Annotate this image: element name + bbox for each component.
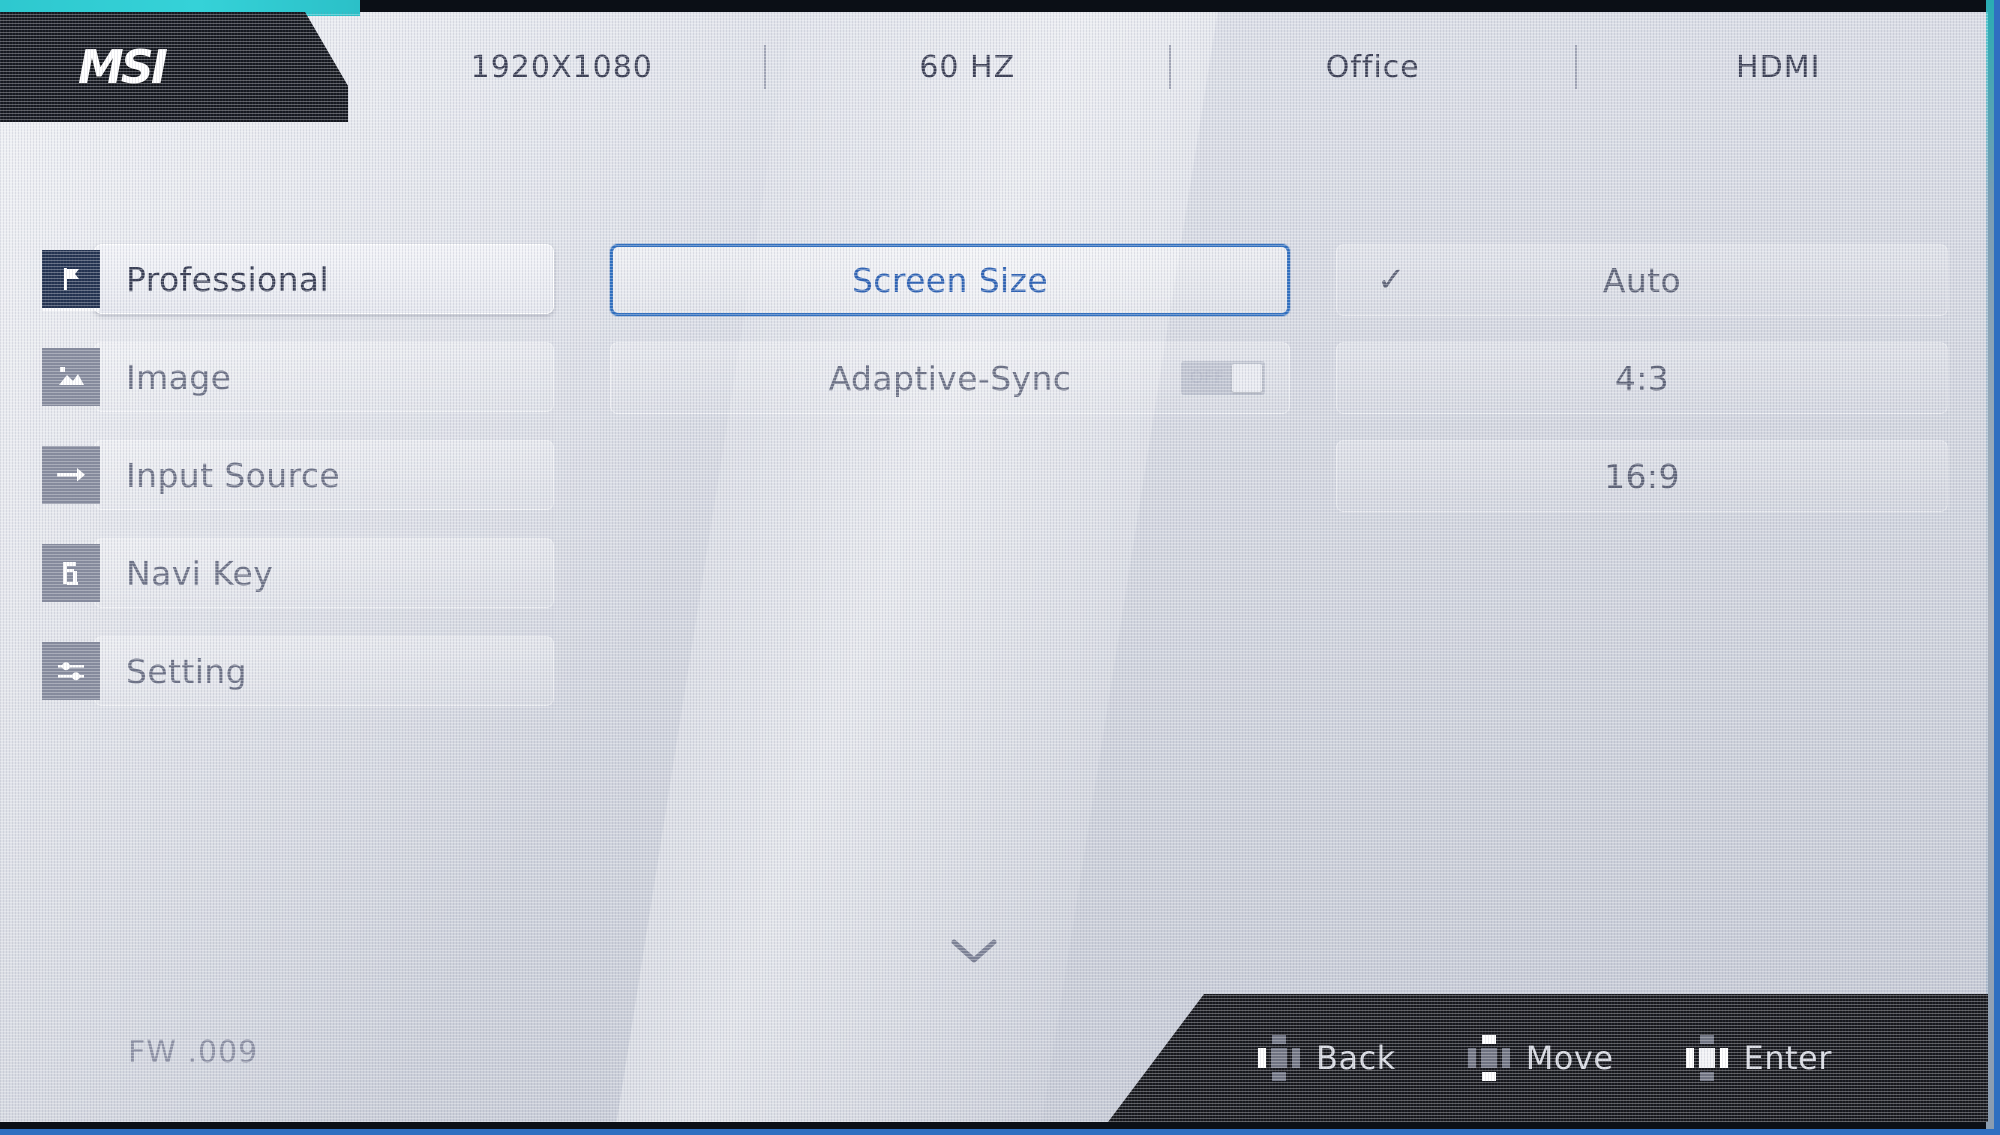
- header-status-bar: 1920X1080 60 HZ Office HDMI: [360, 12, 1980, 122]
- msi-logo: MSI: [78, 40, 168, 94]
- option-4-3[interactable]: 4:3: [1336, 342, 1948, 414]
- sidebar-item-professional[interactable]: Professional: [42, 244, 562, 314]
- chevron-down-icon[interactable]: [944, 932, 1004, 972]
- header-input-source: HDMI: [1736, 49, 1821, 85]
- submenu-item-label: Screen Size: [851, 260, 1049, 300]
- nav-label: Back: [1316, 1039, 1396, 1077]
- navigation-bar: Back Move Enter: [1108, 994, 1988, 1122]
- option-auto[interactable]: ✓ Auto: [1336, 244, 1948, 316]
- brand-tab: MSI: [0, 12, 348, 122]
- joystick-press-icon: [1685, 1035, 1728, 1081]
- nav-move-button[interactable]: Move: [1467, 1035, 1614, 1081]
- header-resolution: 1920X1080: [470, 49, 653, 85]
- osd-panel: MSI 1920X1080 60 HZ Office HDMI Professi…: [0, 12, 1988, 1122]
- sidebar-item-label: Setting: [126, 651, 247, 691]
- monitor-osd-screen: MSI 1920X1080 60 HZ Office HDMI Professi…: [0, 0, 2000, 1135]
- sidebar-item-input-source[interactable]: Input Source: [42, 440, 562, 510]
- sidebar-item-setting[interactable]: Setting: [42, 636, 562, 706]
- options-column: ✓ Auto 4:3 16:9: [1336, 244, 1948, 538]
- sliders-icon: [42, 642, 100, 700]
- submenu-item-adaptive-sync[interactable]: Adaptive-Sync OFF: [610, 342, 1290, 414]
- submenu-column: Screen Size Adaptive-Sync OFF: [610, 244, 1290, 440]
- header-separator: [763, 45, 766, 89]
- submenu-item-screen-size[interactable]: Screen Size: [610, 244, 1290, 316]
- check-icon: ✓: [1377, 261, 1406, 299]
- sidebar-item-label: Navi Key: [126, 553, 274, 593]
- firmware-version: FW .009: [128, 1035, 259, 1070]
- option-label: 4:3: [1614, 358, 1670, 398]
- toggle-knob: [1232, 364, 1262, 392]
- nav-label: Move: [1525, 1039, 1614, 1077]
- option-16-9[interactable]: 16:9: [1336, 440, 1948, 512]
- arrow-right-icon: [42, 446, 100, 504]
- picture-icon: [42, 348, 100, 406]
- header-separator: [1574, 45, 1577, 89]
- flag-icon: [42, 250, 100, 308]
- adaptive-sync-toggle[interactable]: OFF: [1181, 361, 1265, 395]
- nav-enter-button[interactable]: Enter: [1685, 1035, 1832, 1081]
- header-preset-mode: Office: [1325, 49, 1420, 85]
- header-refresh-rate: 60 HZ: [919, 49, 1016, 85]
- sidebar-item-label: Image: [126, 357, 232, 397]
- sidebar-item-label: Professional: [126, 259, 330, 299]
- submenu-item-label: Adaptive-Sync: [828, 358, 1072, 398]
- right-edge-accent: [1986, 0, 2000, 1135]
- sidebar-item-image[interactable]: Image: [42, 342, 562, 412]
- sidebar-item-navi-key[interactable]: Navi Key: [42, 538, 562, 608]
- option-label: 16:9: [1604, 456, 1680, 496]
- joystick-hand-icon: [42, 544, 100, 602]
- sidebar-menu: Professional Image Input Source Navi Key…: [42, 244, 562, 734]
- toggle-state-label: OFF: [1190, 368, 1225, 388]
- joystick-left-icon: [1258, 1035, 1300, 1081]
- nav-back-button[interactable]: Back: [1258, 1035, 1396, 1081]
- sidebar-item-label: Input Source: [126, 455, 341, 495]
- option-label: Auto: [1602, 260, 1682, 300]
- osd-header: MSI 1920X1080 60 HZ Office HDMI: [0, 12, 1988, 124]
- joystick-updown-icon: [1467, 1035, 1510, 1081]
- header-separator: [1169, 45, 1171, 89]
- nav-label: Enter: [1743, 1039, 1832, 1077]
- brand-tab-shadow: [0, 12, 348, 122]
- osd-columns: Professional Image Input Source Navi Key…: [0, 124, 1988, 994]
